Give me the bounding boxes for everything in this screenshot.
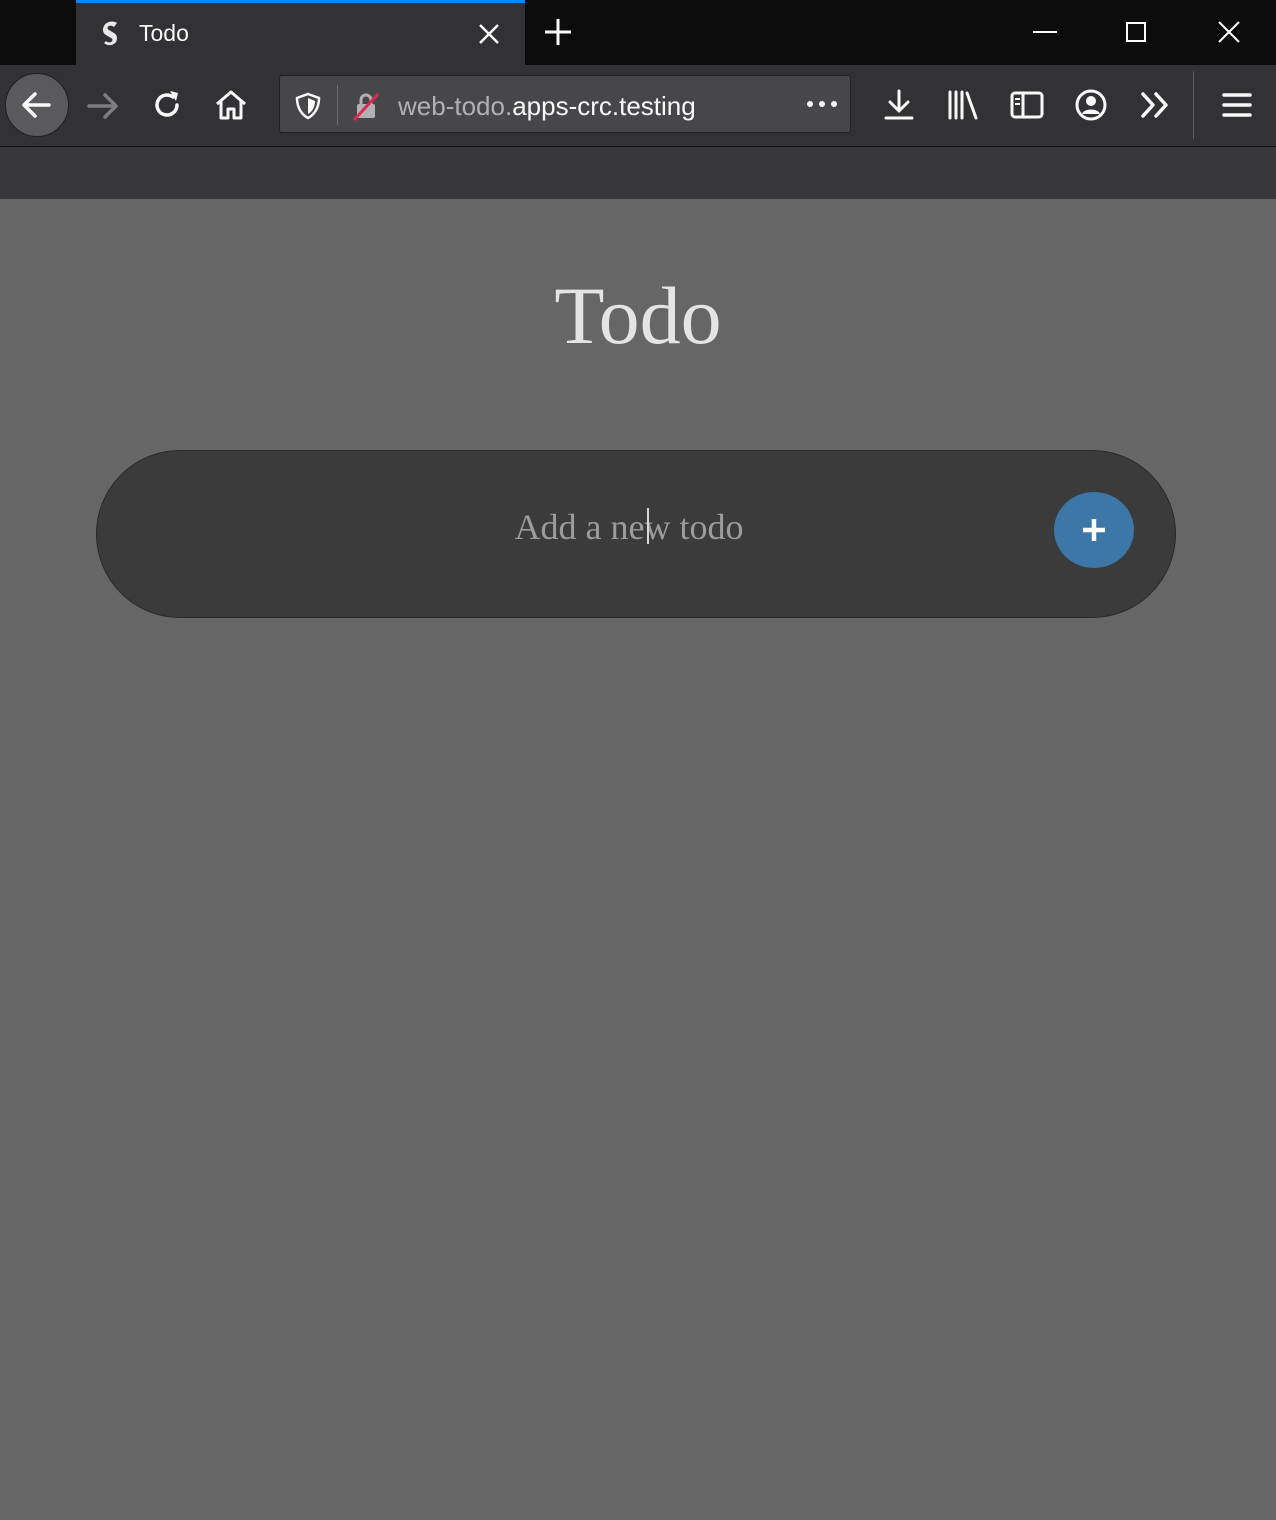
reload-icon[interactable] <box>149 87 185 123</box>
bookmarks-toolbar <box>0 147 1276 199</box>
url-text[interactable]: web-todo.apps-crc.testing <box>398 91 696 122</box>
url-separator <box>337 85 338 125</box>
nav-toolbar: web-todo.apps-crc.testing <box>0 65 1276 147</box>
window-close-icon[interactable] <box>1215 18 1243 46</box>
library-icon[interactable] <box>945 87 981 123</box>
page-actions-icon[interactable] <box>804 96 840 112</box>
url-host: apps-crc.testing <box>512 91 696 121</box>
insecure-lock-icon[interactable] <box>350 90 382 122</box>
url-bar[interactable]: web-todo.apps-crc.testing <box>279 75 851 133</box>
plus-icon <box>1083 519 1105 541</box>
text-caret <box>647 508 649 544</box>
shield-icon[interactable] <box>294 92 322 120</box>
maximize-icon[interactable] <box>1122 18 1150 46</box>
hamburger-menu-icon[interactable] <box>1219 87 1255 123</box>
overflow-chevrons-icon[interactable] <box>1138 87 1174 123</box>
back-button[interactable] <box>5 73 69 137</box>
arrow-right-icon[interactable] <box>85 88 121 124</box>
new-todo-input[interactable] <box>217 491 1041 563</box>
close-tab-icon[interactable] <box>476 21 502 47</box>
tab-todo[interactable]: Todo <box>76 0 525 65</box>
title-bar: Todo <box>0 0 1276 65</box>
new-tab-icon[interactable] <box>543 17 573 47</box>
home-icon[interactable] <box>213 87 249 123</box>
minimize-icon[interactable] <box>1031 18 1059 46</box>
toolbar-separator <box>1193 71 1194 139</box>
add-todo-button[interactable] <box>1054 492 1134 568</box>
new-todo-form <box>96 450 1176 618</box>
page-title: Todo <box>554 270 722 361</box>
page-content: Todo <box>0 199 1276 1520</box>
download-icon[interactable] <box>881 87 917 123</box>
tab-title: Todo <box>139 20 189 46</box>
arrow-left-icon <box>22 92 51 118</box>
sidebar-icon[interactable] <box>1009 87 1045 123</box>
account-icon[interactable] <box>1073 87 1109 123</box>
url-subdomain: web-todo. <box>398 91 513 121</box>
svelte-favicon-icon <box>102 21 118 46</box>
